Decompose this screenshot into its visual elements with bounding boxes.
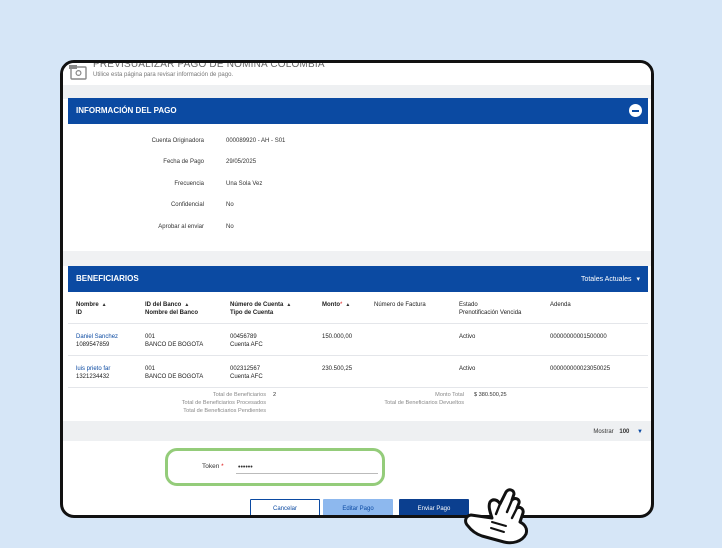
sort-arrow-icon: ▲ xyxy=(184,302,190,308)
account-number: 00456789 xyxy=(230,334,257,340)
bank-name: BANCO DE BOGOTA xyxy=(145,342,204,348)
column-title: Estado xyxy=(459,302,478,308)
section-divider xyxy=(63,251,651,266)
column-subtitle: Prenotificación Vencida xyxy=(459,310,522,316)
send-payment-button[interactable]: Enviar Pago xyxy=(399,499,469,515)
info-label: Fecha de Pago xyxy=(163,159,204,165)
info-label: Frecuencia xyxy=(174,181,204,187)
info-label: Aprobar al enviar xyxy=(158,224,204,230)
addenda: 000000000023050025 xyxy=(550,366,611,372)
column-subtitle: ID xyxy=(76,310,82,316)
collapse-minus-icon[interactable] xyxy=(629,104,642,117)
info-section-title: INFORMACIÓN DEL PAGO xyxy=(76,106,177,115)
amount-total-label: Monto Total xyxy=(435,392,464,398)
bank-id: 001 xyxy=(145,366,156,372)
amount: 150.000,00 xyxy=(322,334,353,340)
hand-pointer-icon xyxy=(464,488,528,545)
pending-label: Total de Beneficiarios Pendientes xyxy=(183,408,266,414)
account-type: Cuenta AFC xyxy=(230,342,263,348)
sort-arrow-icon: ▲ xyxy=(345,302,351,308)
beneficiaries-title: BENEFICIARIOS xyxy=(76,274,139,283)
sort-arrow-icon: ▲ xyxy=(286,302,292,308)
info-value: 000089920 - AH - S01 xyxy=(226,138,286,144)
column-subtitle: Nombre del Banco xyxy=(145,310,199,316)
column-header-addenda: Adenda xyxy=(550,301,571,309)
page-title: PREVISUALIZAR PAGO DE NÓMINA COLOMBIA xyxy=(93,60,325,70)
amount-total-value: $ 380.500,25 xyxy=(474,392,507,398)
column-header-bank[interactable]: ID del Banco ▲ Nombre del Banco xyxy=(145,301,198,317)
page-size-selector[interactable]: Mostrar 100 ▼ xyxy=(593,429,643,435)
column-title: ID del Banco xyxy=(145,302,182,308)
cancel-button[interactable]: Cancelar xyxy=(250,499,320,515)
beneficiary-id: 1089547859 xyxy=(76,342,110,348)
info-label: Confidencial xyxy=(170,202,204,208)
row-divider xyxy=(68,355,648,356)
token-label: Token * xyxy=(202,463,224,470)
app-window: PREVISUALIZAR PAGO DE NÓMINA COLOMBIA Ut… xyxy=(60,60,654,518)
amount: 230.500,25 xyxy=(322,366,353,372)
info-row: Frecuencia Una Sola Vez xyxy=(68,181,648,195)
column-title: Nombre xyxy=(76,302,99,308)
column-title: Número de Cuenta xyxy=(230,302,284,308)
beneficiaries-section-header: BENEFICIARIOS Totales Actuales ▾ xyxy=(68,266,648,292)
returned-label: Total de Beneficiarios Devueltos xyxy=(384,400,464,406)
column-subtitle: Tipo de Cuenta xyxy=(230,310,274,316)
info-value: Una Sola Vez xyxy=(226,181,263,187)
header-divider xyxy=(68,323,648,324)
show-label: Mostrar xyxy=(593,429,614,435)
required-asterisk: * xyxy=(340,302,343,308)
token-input[interactable] xyxy=(236,461,378,474)
column-header-account[interactable]: Número de Cuenta ▲ Tipo de Cuenta xyxy=(230,301,291,317)
token-highlight: Token * xyxy=(165,448,385,486)
info-row: Cuenta Originadora 000089920 - AH - S01 xyxy=(68,138,648,152)
total-beneficiaries-value: 2 xyxy=(273,392,277,398)
beneficiary-name-link[interactable]: Daniel Sanchez xyxy=(76,333,118,341)
info-value: No xyxy=(226,224,234,230)
header-separator xyxy=(63,85,651,99)
bank-name: BANCO DE BOGOTA xyxy=(145,374,204,380)
sort-arrow-icon: ▲ xyxy=(101,302,107,308)
account-number: 002312567 xyxy=(230,366,261,372)
info-row: Fecha de Pago 29/05/2025 xyxy=(68,159,648,173)
beneficiary-name-link[interactable]: luis prieto far xyxy=(76,365,110,373)
addenda: 00000000001500000 xyxy=(550,334,607,340)
column-header-invoice: Número de Factura xyxy=(374,301,426,309)
info-row: Confidencial No xyxy=(68,202,648,216)
totals-dropdown-label: Totales Actuales xyxy=(580,276,632,283)
status: Activo xyxy=(459,334,476,340)
column-header-name[interactable]: Nombre ▲ ID xyxy=(76,301,107,317)
column-header-amount[interactable]: Monto* ▲ xyxy=(322,301,350,309)
required-asterisk: * xyxy=(221,463,224,470)
processed-label: Total de Beneficiarios Procesados xyxy=(181,400,266,406)
totals-dropdown[interactable]: Totales Actuales ▾ xyxy=(581,275,640,283)
row-divider xyxy=(68,387,648,388)
column-title: Adenda xyxy=(550,302,571,308)
token-label-text: Token xyxy=(202,463,220,470)
chevron-down-icon: ▾ xyxy=(636,276,640,283)
info-row: Aprobar al enviar No xyxy=(68,224,648,238)
column-header-status: Estado Prenotificación Vencida xyxy=(459,301,521,317)
payment-document-icon xyxy=(69,65,87,80)
account-type: Cuenta AFC xyxy=(230,374,263,380)
page-subtitle: Utilice esta página para revisar informa… xyxy=(93,72,234,78)
status: Activo xyxy=(459,366,476,372)
column-title: Número de Factura xyxy=(374,302,426,308)
column-title: Monto xyxy=(322,302,340,308)
info-section-header: INFORMACIÓN DEL PAGO xyxy=(68,98,648,124)
info-value: No xyxy=(226,202,234,208)
show-value: 100 xyxy=(619,429,630,435)
dropdown-triangle-icon: ▼ xyxy=(637,429,643,435)
info-value: 29/05/2025 xyxy=(226,159,257,165)
pagination-band xyxy=(63,421,651,441)
total-beneficiaries-label: Total de Beneficiarios xyxy=(212,392,266,398)
bank-id: 001 xyxy=(145,334,156,340)
edit-payment-button[interactable]: Editar Pago xyxy=(323,499,393,515)
info-label: Cuenta Originadora xyxy=(151,138,204,144)
beneficiary-id: 1321234432 xyxy=(76,374,110,380)
info-section-body: Cuenta Originadora 000089920 - AH - S01 … xyxy=(68,124,648,251)
